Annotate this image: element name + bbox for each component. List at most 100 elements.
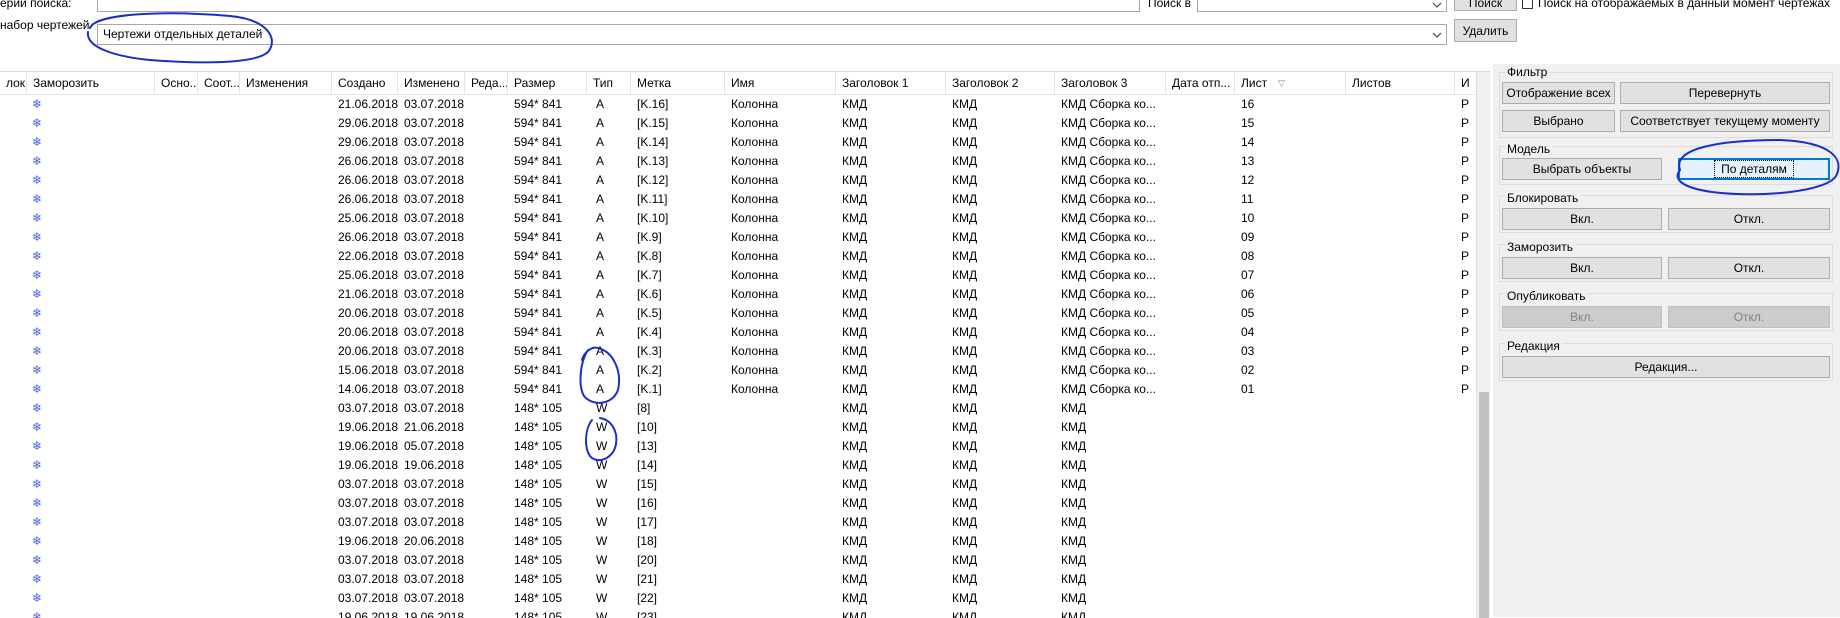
cell-title3: КМД Сборка ко... [1061,173,1156,187]
publish-off-button[interactable]: Откл. [1668,306,1830,328]
cell-sheet: 13 [1241,154,1255,168]
select-objects-button[interactable]: Выбрать объекты [1502,158,1662,180]
by-parts-button[interactable]: По деталям [1678,158,1830,180]
table-row[interactable]: ❄ 20.06.2018 03.07.2018 594* 841 A [K.5] Колон… [0,304,1475,323]
table-row[interactable]: ❄ 03.07.2018 03.07.2018 148* 105 W [15] КМД КМД… [0,475,1475,494]
cell-title1: КМД [842,268,868,282]
cell-created: 21.06.2018 [338,287,398,301]
drawing-set-select[interactable]: Чертежи отдельных деталей [97,24,1447,45]
table-row[interactable]: ❄ 26.06.2018 03.07.2018 594* 841 A [K.11] Коло… [0,190,1475,209]
vertical-scrollbar[interactable] [1476,72,1490,618]
cell-mark: [K.7] [637,268,662,282]
column-header[interactable]: Изменения [240,72,332,94]
search-in-select[interactable] [1197,0,1447,12]
column-header[interactable]: Реда... [465,72,508,94]
table-row[interactable]: ❄ 21.06.2018 03.07.2018 594* 841 A [K.6] Колон… [0,285,1475,304]
cell-title3: КМД [1061,458,1087,472]
column-header[interactable]: Осно... [155,72,198,94]
column-header[interactable]: Лист [1235,72,1346,94]
column-header[interactable]: Листов [1346,72,1455,94]
column-header[interactable]: Заголовок 2 [946,72,1055,94]
table-row[interactable]: ❄ 19.06.2018 20.06.2018 148* 105 W [18] КМД КМД… [0,532,1475,551]
publish-on-button[interactable]: Вкл. [1502,306,1662,328]
table-row[interactable]: ❄ 03.07.2018 03.07.2018 148* 105 W [16] КМД КМД… [0,494,1475,513]
cell-type: A [596,344,605,358]
table-row[interactable]: ❄ 19.06.2018 05.07.2018 148* 105 W [13] КМД КМД… [0,437,1475,456]
cell-title2: КМД [952,477,978,491]
visible-only-checkbox[interactable] [1522,0,1533,9]
table-row[interactable]: ❄ 03.07.2018 03.07.2018 148* 105 W [17] КМД КМД… [0,513,1475,532]
cell-name [725,475,836,494]
cell-title1: КМД [842,477,868,491]
table-row[interactable]: ❄ 22.06.2018 03.07.2018 594* 841 A [K.8] Колон… [0,247,1475,266]
column-header[interactable]: Заголовок 1 [836,72,946,94]
table-row[interactable]: ❄ 14.06.2018 03.07.2018 594* 841 A [K.1] Колон… [0,380,1475,399]
table-row[interactable]: ❄ 20.06.2018 03.07.2018 594* 841 A [K.3] Колон… [0,342,1475,361]
cell-sheet [1235,589,1346,608]
cell-mark: [K.16] [637,97,669,111]
table-row[interactable]: ❄ 26.06.2018 03.07.2018 594* 841 A [K.12] Коло… [0,171,1475,190]
table-row[interactable]: ❄ 26.06.2018 03.07.2018 594* 841 A [K.9] Колон… [0,228,1475,247]
table-row[interactable]: ❄ 19.06.2018 21.06.2018 148* 105 W [10] КМД КМД… [0,418,1475,437]
column-header[interactable]: Заголовок 3 [1055,72,1166,94]
table-row[interactable]: ❄ 29.06.2018 03.07.2018 594* 841 A [K.14] Коло… [0,133,1475,152]
column-header[interactable]: Соот... [198,72,240,94]
cell-modified: 03.07.2018 [404,363,465,377]
column-header[interactable]: Метка [631,72,725,94]
snowflake-icon: ❄ [32,230,43,244]
search-criteria-label: ерии поиска: [0,0,72,10]
cell-modified: 03.07.2018 [404,591,465,605]
table-row[interactable]: ❄ 20.06.2018 03.07.2018 594* 841 A [K.4] Колон… [0,323,1475,342]
column-header[interactable]: Изменено [398,72,465,94]
column-header[interactable]: лок... [0,72,27,94]
cell-title2: КМД [952,458,978,472]
edit-button[interactable]: Редакция... [1502,356,1830,378]
cell-mark: [K.8] [637,249,662,263]
snowflake-icon: ❄ [32,382,43,396]
table-row[interactable]: ❄ 03.07.2018 03.07.2018 148* 105 W [8] КМД КМД К… [0,399,1475,418]
chevron-down-icon [1432,32,1442,38]
table-row[interactable]: ❄ 21.06.2018 03.07.2018 594* 841 A [K.16] Коло… [0,95,1475,114]
cell-created: 19.06.2018 [338,420,398,434]
freeze-on-button[interactable]: Вкл. [1502,257,1662,279]
table-row[interactable]: ❄ 25.06.2018 03.07.2018 594* 841 A [K.7] Колон… [0,266,1475,285]
table-row[interactable]: ❄ 03.07.2018 03.07.2018 148* 105 W [20] КМД КМД… [0,551,1475,570]
cell-name [725,494,836,513]
cell-sheet [1235,570,1346,589]
cell-title1: КМД [842,363,868,377]
cell-title2: КМД [952,325,978,339]
lock-off-button[interactable]: Откл. [1668,208,1830,230]
cell-modified: 03.07.2018 [404,344,465,358]
column-header[interactable]: Имя [725,72,836,94]
search-criteria-input[interactable] [97,0,1140,12]
cell-type: W [596,401,608,415]
delete-button[interactable]: Удалить [1454,19,1517,42]
table-row[interactable]: ❄ 15.06.2018 03.07.2018 594* 841 A [K.2] Колон… [0,361,1475,380]
column-header[interactable]: Заморозить [27,72,155,94]
column-header[interactable]: Создано [332,72,398,94]
invert-button[interactable]: Перевернуть [1620,82,1830,104]
freeze-off-button[interactable]: Откл. [1668,257,1830,279]
table-row[interactable]: ❄ 26.06.2018 03.07.2018 594* 841 A [K.13] Коло… [0,152,1475,171]
column-header[interactable]: Размер [508,72,587,94]
scrollbar-thumb[interactable] [1479,392,1489,618]
current-button[interactable]: Соответствует текущему моменту [1620,110,1830,132]
cell-sheet: 04 [1241,325,1255,339]
cell-title2: КМД [952,439,978,453]
table-row[interactable]: ❄ 19.06.2018 19.06.2018 148* 105 W [14] КМД КМД… [0,456,1475,475]
table-row[interactable]: ❄ 03.07.2018 03.07.2018 148* 105 W [22] КМД КМД… [0,589,1475,608]
column-header[interactable]: Тип [587,72,631,94]
search-button[interactable]: Поиск [1454,0,1517,11]
show-all-button[interactable]: Отображение всех [1502,82,1615,104]
cell-mark: [K.2] [637,363,662,377]
cell-size: 594* 841 [514,325,563,339]
cell-size: 148* 105 [514,572,563,586]
table-row[interactable]: ❄ 03.07.2018 03.07.2018 148* 105 W [21] КМД КМД… [0,570,1475,589]
snowflake-icon: ❄ [32,192,43,206]
selected-button[interactable]: Выбрано [1502,110,1615,132]
snowflake-icon: ❄ [32,477,43,491]
column-header[interactable]: Дата отп... [1166,72,1235,94]
table-row[interactable]: ❄ 25.06.2018 03.07.2018 594* 841 A [K.10] Коло… [0,209,1475,228]
lock-on-button[interactable]: Вкл. [1502,208,1662,230]
table-row[interactable]: ❄ 29.06.2018 03.07.2018 594* 841 A [K.15] Коло… [0,114,1475,133]
